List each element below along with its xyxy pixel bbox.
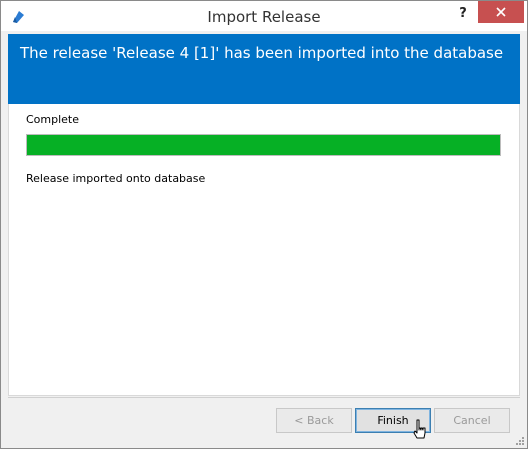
progress-bar — [26, 134, 501, 156]
close-button[interactable] — [478, 1, 524, 23]
help-button[interactable]: ? — [452, 4, 474, 26]
header-banner: The release 'Release 4 [1]' has been imp… — [8, 34, 520, 104]
mouse-cursor-icon — [413, 419, 426, 439]
banner-message: The release 'Release 4 [1]' has been imp… — [20, 44, 504, 62]
close-icon — [496, 7, 506, 17]
resize-grip-icon[interactable] — [514, 435, 524, 445]
status-label: Complete — [26, 113, 80, 126]
import-release-dialog: Import Release ? The release 'Release 4 … — [0, 0, 528, 449]
progress-fill — [27, 135, 500, 155]
footer-divider — [8, 397, 520, 398]
result-message: Release imported onto database — [26, 172, 206, 185]
window-title: Import Release — [207, 8, 321, 26]
content-panel: Complete Release imported onto database — [8, 104, 520, 396]
back-button[interactable]: < Back — [276, 408, 352, 433]
cancel-button[interactable]: Cancel — [434, 408, 510, 433]
title-bar: Import Release ? — [1, 1, 527, 31]
